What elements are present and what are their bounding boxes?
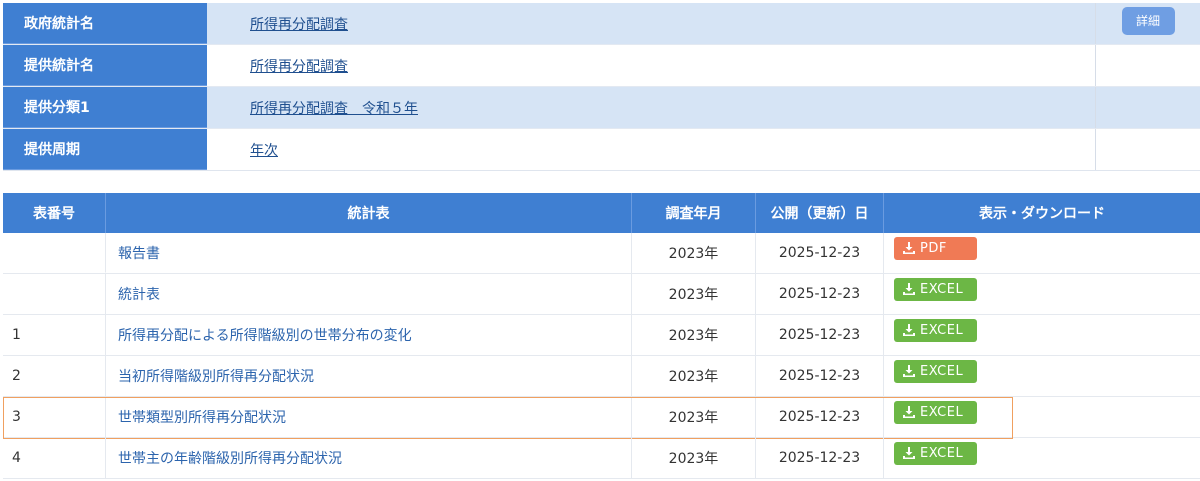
row-title-cell: 当初所得階級別所得再分配状況 <box>106 356 632 396</box>
row-title-link[interactable]: 統計表 <box>118 284 160 304</box>
row-published-date: 2025-12-23 <box>756 397 884 437</box>
info-label: 提供周期 <box>3 129 207 170</box>
row-title-cell: 報告書 <box>106 233 632 273</box>
row-survey-date: 2023年 <box>632 438 756 478</box>
detail-button[interactable]: 詳細 <box>1121 6 1175 35</box>
row-survey-date: 2023年 <box>632 356 756 396</box>
header-published-date: 公開（更新）日 <box>756 193 884 233</box>
table-row: 4 世帯主の年齢階級別所得再分配状況 2023年 2025-12-23 EXCE… <box>3 438 1200 479</box>
info-side <box>1095 45 1200 86</box>
table-row: 1 所得再分配による所得階級別の世帯分布の変化 2023年 2025-12-23… <box>3 315 1200 356</box>
table-row-highlighted[interactable]: 3 世帯類型別所得再分配状況 2023年 2025-12-23 EXCEL <box>3 397 1200 439</box>
row-number <box>3 274 106 314</box>
header-table-number: 表番号 <box>3 193 106 233</box>
info-row-gov-stat-name: 政府統計名 所得再分配調査 詳細 <box>3 3 1200 45</box>
provided-stat-name-link[interactable]: 所得再分配調査 <box>250 56 348 76</box>
row-survey-date: 2023年 <box>632 315 756 355</box>
stat-info-table: 政府統計名 所得再分配調査 詳細 提供統計名 所得再分配調査 提供分類1 所得再… <box>3 3 1200 171</box>
row-published-date: 2025-12-23 <box>756 233 884 273</box>
row-number: 4 <box>3 438 106 478</box>
row-number: 1 <box>3 315 106 355</box>
row-survey-date: 2023年 <box>632 397 756 437</box>
excel-download-button[interactable]: EXCEL <box>894 318 977 342</box>
info-label: 政府統計名 <box>3 3 207 44</box>
row-published-date: 2025-12-23 <box>756 356 884 396</box>
pdf-download-button[interactable]: PDF <box>894 236 977 260</box>
download-label: EXCEL <box>920 445 964 461</box>
download-label: EXCEL <box>920 363 964 379</box>
row-download-cell: EXCEL <box>884 356 1200 396</box>
excel-download-button[interactable]: EXCEL <box>894 359 977 383</box>
download-label: EXCEL <box>920 322 964 338</box>
header-survey-date: 調査年月 <box>632 193 756 233</box>
row-download-cell: EXCEL <box>884 397 1200 437</box>
info-row-provided-stat-name: 提供統計名 所得再分配調査 <box>3 45 1200 87</box>
download-icon <box>903 447 915 459</box>
category-link[interactable]: 所得再分配調査 令和５年 <box>250 98 418 118</box>
row-download-cell: EXCEL <box>884 438 1200 478</box>
info-label: 提供分類1 <box>3 87 207 128</box>
table-row: 報告書 2023年 2025-12-23 PDF <box>3 233 1200 274</box>
info-side <box>1095 129 1200 170</box>
row-title-link[interactable]: 当初所得階級別所得再分配状況 <box>118 366 314 386</box>
row-survey-date: 2023年 <box>632 274 756 314</box>
table-header: 表番号 統計表 調査年月 公開（更新）日 表示・ダウンロード <box>3 193 1200 233</box>
row-number: 3 <box>3 397 106 437</box>
header-stat-table: 統計表 <box>106 193 632 233</box>
row-title-cell: 世帯主の年齢階級別所得再分配状況 <box>106 438 632 478</box>
row-published-date: 2025-12-23 <box>756 438 884 478</box>
row-title-cell: 統計表 <box>106 274 632 314</box>
stat-table: 表番号 統計表 調査年月 公開（更新）日 表示・ダウンロード 報告書 2023年… <box>3 193 1200 479</box>
info-side <box>1095 87 1200 128</box>
download-icon <box>903 242 915 254</box>
header-download: 表示・ダウンロード <box>979 206 1105 222</box>
row-title-link[interactable]: 所得再分配による所得階級別の世帯分布の変化 <box>118 325 412 345</box>
download-label: PDF <box>920 240 947 256</box>
row-download-cell: EXCEL <box>884 315 1200 355</box>
row-survey-date: 2023年 <box>632 233 756 273</box>
row-number: 2 <box>3 356 106 396</box>
excel-download-button[interactable]: EXCEL <box>894 277 977 301</box>
row-number <box>3 233 106 273</box>
download-label: EXCEL <box>920 404 964 420</box>
row-download-cell: EXCEL <box>884 274 1200 314</box>
row-published-date: 2025-12-23 <box>756 274 884 314</box>
download-icon <box>903 324 915 336</box>
cycle-link[interactable]: 年次 <box>250 140 278 160</box>
info-value: 所得再分配調査 <box>207 3 1095 44</box>
table-row: 統計表 2023年 2025-12-23 EXCEL <box>3 274 1200 315</box>
excel-download-button[interactable]: EXCEL <box>894 400 977 424</box>
row-title-cell: 所得再分配による所得階級別の世帯分布の変化 <box>106 315 632 355</box>
download-icon <box>903 283 915 295</box>
gov-stat-name-link[interactable]: 所得再分配調査 <box>250 14 348 34</box>
download-icon <box>903 365 915 377</box>
info-value: 所得再分配調査 <box>207 45 1095 86</box>
info-side: 詳細 <box>1095 3 1200 44</box>
excel-download-button[interactable]: EXCEL <box>894 441 977 465</box>
info-row-cycle: 提供周期 年次 <box>3 129 1200 171</box>
info-label: 提供統計名 <box>3 45 207 86</box>
info-row-category: 提供分類1 所得再分配調査 令和５年 <box>3 87 1200 129</box>
row-download-cell: PDF <box>884 233 1200 273</box>
row-title-link[interactable]: 世帯類型別所得再分配状況 <box>118 407 286 427</box>
info-value: 年次 <box>207 129 1095 170</box>
download-label: EXCEL <box>920 281 964 297</box>
download-icon <box>903 406 915 418</box>
row-title-cell: 世帯類型別所得再分配状況 <box>106 397 632 437</box>
row-title-link[interactable]: 世帯主の年齢階級別所得再分配状況 <box>118 448 342 468</box>
table-row: 2 当初所得階級別所得再分配状況 2023年 2025-12-23 EXCEL <box>3 356 1200 397</box>
info-value: 所得再分配調査 令和５年 <box>207 87 1095 128</box>
row-title-link[interactable]: 報告書 <box>118 243 160 263</box>
row-published-date: 2025-12-23 <box>756 315 884 355</box>
